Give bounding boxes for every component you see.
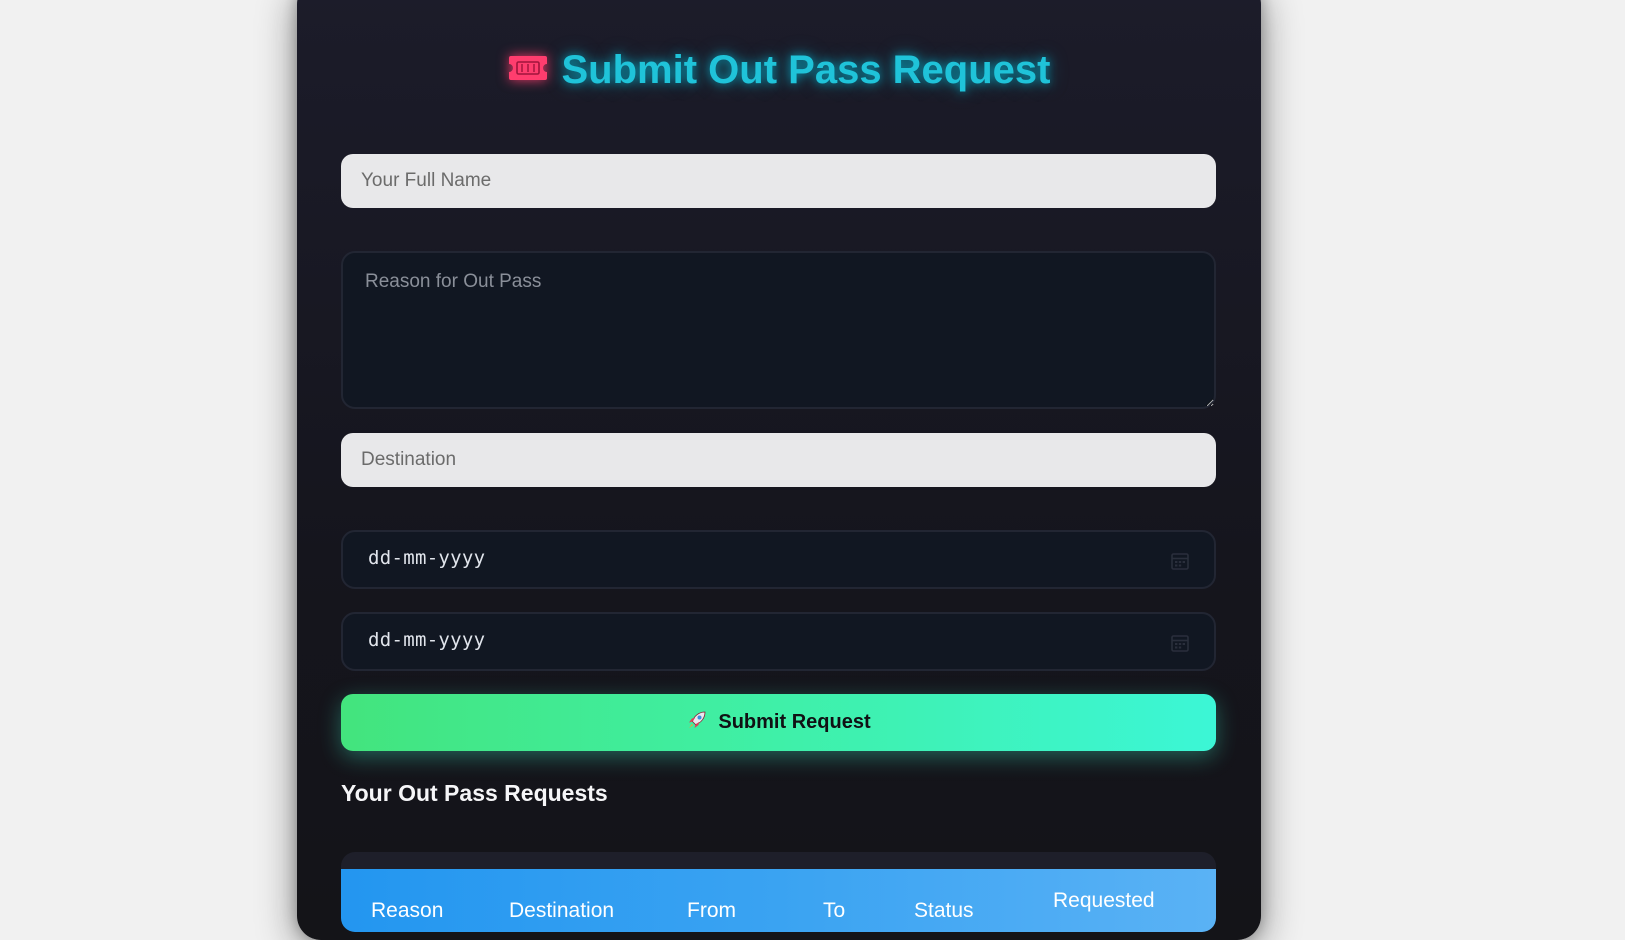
submit-request-button[interactable]: Submit Request bbox=[341, 694, 1216, 751]
from-date-input[interactable]: dd-mm-yyyy bbox=[341, 530, 1216, 589]
destination-input[interactable] bbox=[341, 433, 1216, 487]
calendar-icon[interactable] bbox=[1170, 551, 1190, 571]
page-title: Submit Out Pass Request bbox=[297, 48, 1261, 95]
rocket-icon bbox=[686, 709, 708, 737]
out-pass-card: Submit Out Pass Request dd-mm-yyyy dd-mm… bbox=[297, 0, 1261, 940]
column-header-requested[interactable]: Requested bbox=[1053, 889, 1155, 913]
ticket-icon bbox=[508, 46, 548, 91]
submit-request-label: Submit Request bbox=[718, 711, 871, 733]
column-header-status[interactable]: Status bbox=[914, 899, 974, 923]
to-date-input[interactable]: dd-mm-yyyy bbox=[341, 612, 1216, 671]
table-header-row: Reason Destination From To Status Reques… bbox=[341, 869, 1216, 932]
reason-textarea[interactable] bbox=[341, 251, 1216, 409]
requests-table: Reason Destination From To Status Reques… bbox=[341, 852, 1216, 932]
column-header-from[interactable]: From bbox=[687, 899, 736, 923]
requests-heading: Your Out Pass Requests bbox=[341, 780, 608, 806]
column-header-destination[interactable]: Destination bbox=[509, 899, 614, 923]
from-date-value: dd-mm-yyyy bbox=[368, 547, 486, 569]
calendar-icon[interactable] bbox=[1170, 633, 1190, 653]
column-header-to[interactable]: To bbox=[823, 899, 845, 923]
to-date-value: dd-mm-yyyy bbox=[368, 629, 486, 651]
page-title-text: Submit Out Pass Request bbox=[561, 48, 1051, 92]
full-name-input[interactable] bbox=[341, 154, 1216, 208]
column-header-reason[interactable]: Reason bbox=[371, 899, 443, 923]
